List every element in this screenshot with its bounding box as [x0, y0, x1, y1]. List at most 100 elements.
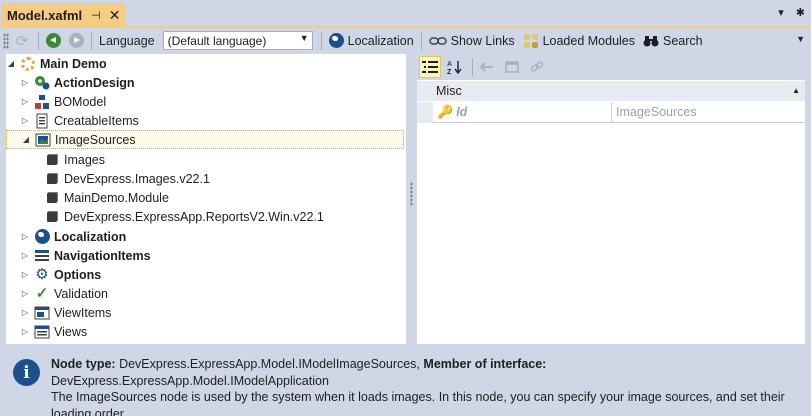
search-button[interactable]: Search [639, 30, 707, 52]
chevron-down-icon: ▼ [299, 33, 309, 43]
window-controls: ▾ ✱ [778, 6, 805, 19]
tree-item-label: Validation [54, 286, 108, 301]
image-sources-icon [35, 132, 51, 148]
show-links-label: Show Links [450, 33, 515, 48]
splitter-grip-icon[interactable] [410, 182, 413, 206]
tree-item-reportsv2[interactable]: DevExpress.ExpressApp.ReportsV2.Win.v22.… [44, 207, 324, 226]
expand-icon[interactable]: ▷ [20, 116, 30, 125]
tree-item-label: ActionDesign [54, 75, 135, 90]
module-cube-icon [44, 152, 60, 168]
binoculars-icon [643, 35, 659, 46]
language-dropdown-value: (Default language) [167, 33, 267, 48]
tree-item-devexpress-images[interactable]: DevExpress.Images.v22.1 [44, 169, 210, 188]
tree-item-label: BOModel [54, 94, 107, 109]
settings-icon[interactable]: ✱ [796, 6, 805, 19]
key-icon: 🔑 [437, 104, 454, 119]
tree-item-viewitems[interactable]: ▷ ViewItems [20, 303, 112, 322]
loaded-modules-label: Loaded Modules [542, 33, 636, 48]
checkmark-icon: ✓ [35, 285, 49, 302]
model-tree[interactable]: ◢ Main Demo ▷ ActionDesign ▷ BOModel ▷ C… [6, 54, 406, 344]
tree-item-bomodel[interactable]: ▷ BOModel [20, 92, 106, 111]
forward-arrow-icon [69, 33, 84, 48]
view-items-icon [34, 305, 50, 321]
tree-item-label: Localization [54, 229, 127, 244]
expand-icon[interactable]: ▷ [20, 308, 30, 317]
tree-root[interactable]: ◢ Main Demo [6, 54, 107, 73]
property-name: Id [456, 105, 468, 119]
property-name-cell: 🔑 Id [433, 102, 612, 123]
tree-item-label: CreatableItems [54, 113, 139, 128]
property-pages-button[interactable] [501, 56, 523, 78]
tree-item-images[interactable]: Images [44, 150, 105, 169]
expand-icon[interactable]: ▷ [20, 327, 30, 336]
undo-icon [480, 62, 493, 72]
language-dropdown[interactable]: (Default language) ▼ [162, 31, 313, 50]
loaded-modules-button[interactable]: Loaded Modules [519, 30, 639, 52]
expand-icon[interactable]: ▷ [20, 232, 30, 241]
categorized-button[interactable] [419, 56, 441, 78]
tree-item-validation[interactable]: ▷ ✓ Validation [20, 284, 108, 303]
localization-button[interactable]: Localization [325, 30, 418, 52]
search-label: Search [663, 33, 703, 48]
toolbar-overflow-icon[interactable]: ▼ [796, 34, 805, 44]
navigate-link-button[interactable] [526, 56, 548, 78]
forward-button[interactable] [65, 30, 88, 52]
expand-icon[interactable]: ▷ [20, 289, 30, 298]
document-tab[interactable]: Model.xafml ⊣ ✕ [1, 3, 125, 28]
alphabetical-button[interactable]: A Z [444, 56, 466, 78]
document-tab-title: Model.xafml [7, 8, 83, 23]
collapse-icon[interactable]: ◢ [21, 135, 31, 144]
tree-item-localization[interactable]: ▷ Localization [20, 227, 126, 246]
property-row-gutter [417, 102, 433, 123]
pin-icon[interactable]: ⊣ [91, 9, 101, 22]
tree-item-label: ImageSources [55, 132, 136, 147]
modules-icon [523, 33, 538, 48]
module-cube-icon [44, 209, 60, 225]
categorized-icon [422, 61, 438, 73]
module-cube-icon [44, 171, 60, 187]
property-row-id[interactable]: 🔑 Id ImageSources [417, 102, 805, 123]
tree-item-maindemo-module[interactable]: MainDemo.Module [44, 188, 169, 207]
toolbar-separator [420, 31, 422, 50]
refresh-icon: ⟳ [15, 32, 29, 50]
toolbar-separator [472, 58, 473, 76]
bomodel-icon [34, 94, 50, 110]
tab-dropdown-icon[interactable]: ▾ [778, 6, 784, 19]
collapse-category-icon[interactable]: ▲ [792, 86, 800, 95]
localization-button-label: Localization [347, 33, 414, 48]
expand-icon[interactable]: ▷ [20, 97, 30, 106]
tree-item-creatableitems[interactable]: ▷ CreatableItems [20, 111, 139, 130]
gear-icon: ⚙ [35, 266, 49, 283]
expand-icon[interactable]: ▷ [20, 78, 30, 87]
expand-icon[interactable]: ▷ [20, 270, 30, 279]
tree-item-options[interactable]: ▷ ⚙ Options [20, 265, 101, 284]
application-sun-icon [20, 56, 36, 72]
property-category-misc[interactable]: Misc ▲ [417, 81, 805, 101]
svg-text:A: A [447, 61, 452, 68]
property-value-cell[interactable]: ImageSources [612, 102, 805, 123]
undo-button[interactable] [476, 56, 498, 78]
link-icon [428, 36, 447, 45]
chain-link-icon [530, 61, 544, 72]
tree-item-imagesources[interactable]: ◢ ImageSources [6, 130, 404, 149]
refresh-button[interactable]: ⟳ [9, 30, 35, 52]
expand-icon[interactable]: ▷ [20, 251, 30, 260]
language-label: Language [99, 33, 155, 48]
sort-az-icon: A Z [447, 61, 462, 75]
show-links-button[interactable]: Show Links [425, 30, 519, 52]
node-description: The ImageSources node is used by the sys… [51, 390, 785, 416]
node-info-text: Node type: DevExpress.ExpressApp.Model.I… [51, 356, 801, 416]
tree-item-label: DevExpress.ExpressApp.ReportsV2.Win.v22.… [64, 209, 324, 224]
back-button[interactable] [42, 30, 65, 52]
info-icon: i [13, 359, 40, 386]
tree-item-label: Images [64, 152, 105, 167]
collapse-icon[interactable]: ◢ [6, 59, 16, 68]
tree-item-navigationitems[interactable]: ▷ NavigationItems [20, 246, 151, 265]
close-icon[interactable]: ✕ [109, 7, 121, 24]
tree-item-label: MainDemo.Module [64, 190, 169, 205]
pane-splitter[interactable] [406, 54, 417, 344]
toolbar-separator [91, 31, 92, 50]
toolbar-separator [320, 31, 322, 50]
tree-item-actiondesign[interactable]: ▷ ActionDesign [20, 73, 135, 92]
tree-item-views[interactable]: ▷ Views [20, 322, 87, 341]
